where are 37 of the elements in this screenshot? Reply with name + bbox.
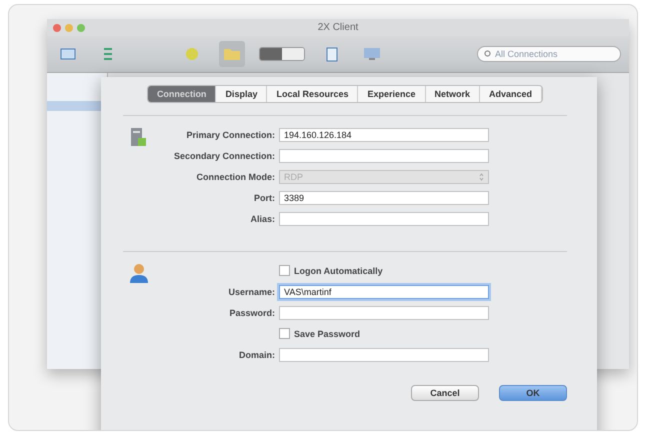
window-title: 2X Client — [318, 22, 360, 33]
checkbox[interactable] — [279, 265, 290, 276]
close-icon[interactable] — [53, 24, 61, 32]
field-label: Primary Connection: — [185, 130, 275, 140]
chevron-icon — [479, 172, 484, 180]
field-label: Port: — [253, 192, 275, 202]
checkbox-label: Logon Automatically — [294, 266, 383, 276]
dialog-button[interactable]: OK — [499, 385, 567, 401]
minimize-icon[interactable] — [65, 24, 73, 32]
input-field[interactable] — [279, 148, 489, 162]
field-label: Alias: — [249, 214, 275, 224]
server-icon — [129, 126, 147, 148]
input-field[interactable] — [279, 348, 489, 362]
input-field[interactable] — [279, 212, 489, 226]
field-label: Domain: — [238, 350, 275, 360]
tab[interactable]: Experience — [358, 86, 426, 102]
field-label: Secondary Connection: — [172, 150, 275, 160]
tab[interactable]: Advanced — [480, 86, 542, 102]
input-field[interactable]: VAS\martinf — [279, 284, 489, 298]
tab[interactable]: Local Resources — [267, 86, 358, 102]
tab[interactable]: Display — [216, 86, 268, 102]
tab[interactable]: Network — [426, 86, 480, 102]
field-label: Connection Mode: — [196, 172, 275, 182]
field-label: Password: — [228, 308, 275, 318]
search-icon — [484, 50, 492, 58]
folder-icon[interactable] — [219, 41, 245, 67]
input-field[interactable]: 194.160.126.184 — [279, 128, 489, 142]
tab[interactable]: Connection — [148, 86, 216, 102]
zoom-icon[interactable] — [77, 24, 85, 32]
checkbox[interactable] — [279, 328, 290, 339]
input-field[interactable] — [279, 306, 489, 320]
user-icon — [129, 262, 149, 284]
checkbox-label: Save Password — [294, 328, 360, 338]
view-toggle[interactable] — [259, 47, 305, 61]
field-label: Username: — [227, 286, 275, 296]
dialog-button[interactable]: Cancel — [411, 385, 479, 401]
input-field[interactable]: 3389 — [279, 190, 489, 204]
